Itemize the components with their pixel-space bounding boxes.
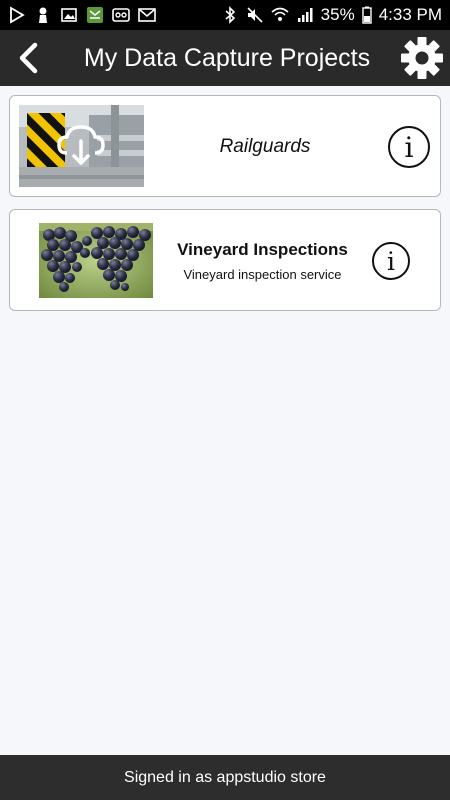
gmail-icon [138, 6, 156, 24]
gear-icon [401, 37, 443, 79]
chevron-left-icon [19, 42, 38, 74]
person-icon [34, 6, 52, 24]
signed-in-footer: Signed in as appstudio store [0, 755, 450, 800]
wifi-icon [271, 6, 289, 24]
project-card-vineyard-inspections[interactable]: Vineyard Inspections Vineyard inspection… [9, 209, 441, 311]
back-button[interactable] [0, 30, 56, 86]
grapes-photo [39, 223, 153, 298]
clock: 4:33 PM [378, 5, 442, 24]
page-title: My Data Capture Projects [83, 43, 371, 72]
project-subtitle: Vineyard inspection service [183, 267, 342, 282]
battery-percent: 35% [320, 5, 355, 24]
status-bar: 35% 4:33 PM [0, 0, 450, 30]
voicemail-icon [112, 6, 130, 24]
settings-button[interactable] [394, 30, 450, 86]
battery-icon [361, 6, 372, 24]
info-icon: i [404, 130, 414, 164]
signed-in-text: Signed in as appstudio store [124, 768, 326, 786]
railguards-thumbnail [19, 105, 144, 187]
project-title: Railguards [219, 136, 311, 157]
status-right-icons: 35% 4:33 PM [221, 5, 442, 25]
info-icon: i [387, 246, 395, 276]
mute-icon [246, 6, 264, 24]
signal-icon [296, 6, 314, 24]
project-card-railguards[interactable]: Railguards i [9, 95, 441, 197]
info-button[interactable]: i [372, 242, 410, 280]
status-left-icons [8, 6, 156, 24]
railguards-text: Railguards [150, 96, 380, 198]
railguard-photo [19, 105, 144, 187]
vineyard-thumbnail [39, 223, 153, 298]
vineyard-text: Vineyard Inspections Vineyard inspection… [160, 210, 365, 312]
bluetooth-icon [221, 6, 239, 24]
app-notification-icon [86, 6, 104, 24]
project-title: Vineyard Inspections [177, 240, 348, 259]
info-button[interactable]: i [388, 126, 430, 168]
image-icon [60, 6, 78, 24]
app-header: My Data Capture Projects [0, 30, 450, 86]
play-store-icon [8, 6, 26, 24]
